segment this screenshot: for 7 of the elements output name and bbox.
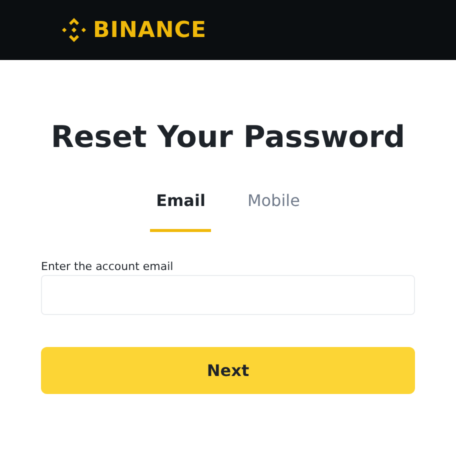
- page-title: Reset Your Password: [50, 119, 406, 157]
- tab[interactable]: Email: [150, 186, 212, 232]
- logo-text: BINANCE: [93, 16, 206, 44]
- tab[interactable]: Mobile: [241, 186, 306, 232]
- next-button[interactable]: Next: [41, 347, 415, 394]
- diamond-logo-icon: [60, 16, 88, 44]
- field-label: Enter the account email: [41, 260, 174, 274]
